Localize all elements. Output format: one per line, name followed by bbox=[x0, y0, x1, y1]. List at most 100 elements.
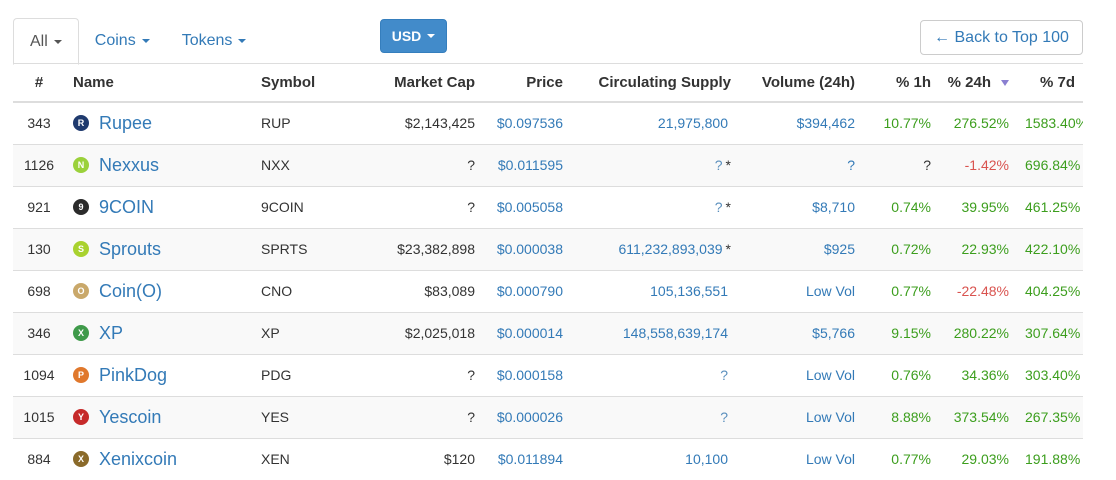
coin-name-link[interactable]: Coin(O) bbox=[99, 281, 162, 302]
symbol-cell: XP bbox=[253, 311, 353, 354]
change-7d-cell: 461.25% bbox=[1017, 185, 1083, 228]
col-change-7d[interactable]: % 7d bbox=[1017, 64, 1083, 103]
table-row[interactable]: 346 X XP XP $2,025,018 $0.000014 148,558,639,1… bbox=[13, 311, 1083, 354]
tab-coins[interactable]: Coins bbox=[79, 18, 166, 64]
rank-cell: 921 bbox=[13, 185, 65, 228]
table-row[interactable]: 921 9 9COIN 9COIN? $0.005058? * $8,710 0.74% 39.… bbox=[13, 185, 1083, 228]
table-row[interactable]: 884 X Xenixcoin XEN $120 $0.011894 10,100 Low V… bbox=[13, 437, 1083, 480]
supply-cell: ? * bbox=[571, 185, 739, 228]
change-7d-cell: 404.25% bbox=[1017, 269, 1083, 312]
coin-name-link[interactable]: Xenixcoin bbox=[99, 449, 177, 470]
rank-cell: 698 bbox=[13, 269, 65, 312]
coin-table: # Name Symbol Market Cap Price Circulati… bbox=[13, 64, 1083, 480]
volume-link[interactable]: $394,462 bbox=[739, 102, 863, 144]
rank-cell: 1015 bbox=[13, 395, 65, 438]
supply-link[interactable]: ? bbox=[720, 367, 728, 383]
symbol-cell: XEN bbox=[253, 437, 353, 480]
change-1h-cell: 0.76% bbox=[863, 353, 939, 396]
supply-link[interactable]: 148,558,639,174 bbox=[623, 325, 728, 341]
change-7d-cell: 1583.40% bbox=[1025, 115, 1083, 132]
col-change-24h[interactable]: % 24h bbox=[939, 64, 1017, 103]
price-link[interactable]: $0.000026 bbox=[483, 395, 571, 438]
col-price[interactable]: Price bbox=[483, 64, 571, 103]
table-row[interactable]: 130 S Sprouts SPRTS $23,382,898 $0.000038 611,… bbox=[13, 227, 1083, 270]
price-link[interactable]: $0.011595 bbox=[483, 143, 571, 186]
change-24h-cell: 373.54% bbox=[939, 395, 1017, 438]
volume-link[interactable]: $925 bbox=[739, 227, 863, 270]
market-cap-cell: $83,089 bbox=[353, 269, 483, 312]
col-market-cap[interactable]: Market Cap bbox=[353, 64, 483, 103]
change-7d-cell: 191.88% bbox=[1017, 437, 1083, 480]
price-link[interactable]: $0.011894 bbox=[483, 437, 571, 480]
change-7d-cell: 422.10% bbox=[1017, 227, 1083, 270]
rank-cell: 346 bbox=[13, 311, 65, 354]
col-symbol[interactable]: Symbol bbox=[253, 64, 353, 103]
supply-link[interactable]: ? bbox=[715, 199, 723, 215]
supply-link[interactable]: 611,232,893,039 bbox=[618, 241, 722, 257]
coin-name-link[interactable]: Nexxus bbox=[99, 155, 159, 176]
change-1h-cell: ? bbox=[863, 143, 939, 186]
change-7d-cell: 267.35% bbox=[1017, 395, 1083, 438]
tab-all[interactable]: All bbox=[13, 18, 79, 65]
supply-link[interactable]: 105,136,551 bbox=[650, 283, 728, 299]
symbol-cell: 9COIN bbox=[253, 185, 353, 228]
col-name[interactable]: Name bbox=[65, 64, 253, 103]
name-cell: S Sprouts bbox=[65, 227, 253, 270]
symbol-cell: CNO bbox=[253, 269, 353, 312]
table-row[interactable]: 1015 Y Yescoin YES? $0.000026? Low Vol 8.88% 37… bbox=[13, 395, 1083, 438]
change-24h-cell: 22.93% bbox=[939, 227, 1017, 270]
coin-name-link[interactable]: Yescoin bbox=[99, 407, 161, 428]
col-volume[interactable]: Volume (24h) bbox=[739, 64, 863, 103]
caret-down-icon bbox=[238, 39, 247, 43]
market-cap-cell: $23,382,898 bbox=[353, 227, 483, 270]
price-link[interactable]: $0.000158 bbox=[483, 353, 571, 396]
price-link[interactable]: $0.000038 bbox=[483, 227, 571, 270]
supply-link[interactable]: 10,100 bbox=[685, 451, 728, 467]
volume-link[interactable]: Low Vol bbox=[739, 395, 863, 438]
rank-cell: 884 bbox=[13, 437, 65, 480]
currency-label: USD bbox=[391, 28, 422, 44]
price-link[interactable]: $0.005058 bbox=[483, 185, 571, 228]
volume-link[interactable]: $8,710 bbox=[739, 185, 863, 228]
price-link[interactable]: $0.000014 bbox=[483, 311, 571, 354]
supply-note-marker: * bbox=[725, 199, 731, 215]
coin-name-link[interactable]: XP bbox=[99, 323, 123, 344]
market-cap-cell: ? bbox=[353, 143, 483, 186]
name-cell: X Xenixcoin bbox=[65, 437, 253, 480]
caret-down-icon bbox=[141, 39, 150, 43]
volume-link[interactable]: Low Vol bbox=[739, 353, 863, 396]
coin-name-link[interactable]: PinkDog bbox=[99, 365, 167, 386]
price-link[interactable]: $0.000790 bbox=[483, 269, 571, 312]
rank-cell: 1094 bbox=[13, 353, 65, 396]
volume-link[interactable]: ? bbox=[739, 143, 863, 186]
table-row[interactable]: 698 O Coin(O) CNO $83,089 $0.000790 105,136,55… bbox=[13, 269, 1083, 312]
sprouts-icon: S bbox=[73, 241, 89, 257]
supply-link[interactable]: ? bbox=[715, 157, 723, 173]
coin-name-link[interactable]: 9COIN bbox=[99, 197, 154, 218]
supply-cell: 611,232,893,039 * bbox=[571, 227, 739, 270]
table-row[interactable]: 1126 N Nexxus NXX? $0.011595? *?? -1.42% 696.84… bbox=[13, 143, 1083, 186]
volume-link[interactable]: Low Vol bbox=[739, 437, 863, 480]
supply-link[interactable]: ? bbox=[720, 409, 728, 425]
col-rank[interactable]: # bbox=[13, 64, 65, 103]
back-to-top-100-button[interactable]: ← Back to Top 100 bbox=[920, 20, 1083, 55]
supply-link[interactable]: 21,975,800 bbox=[658, 115, 728, 131]
volume-link[interactable]: $5,766 bbox=[739, 311, 863, 354]
sort-desc-icon bbox=[1001, 80, 1009, 87]
table-row[interactable]: 343 R Rupee RUP $2,143,425 $0.097536 21,975,80… bbox=[13, 102, 1083, 144]
volume-link[interactable]: Low Vol bbox=[739, 269, 863, 312]
filter-tabs: All Coins Tokens bbox=[13, 18, 263, 65]
supply-cell: 21,975,800 bbox=[571, 102, 739, 144]
change-1h-cell: 0.77% bbox=[863, 437, 939, 480]
change-1h-cell: 10.77% bbox=[883, 115, 931, 132]
price-link[interactable]: $0.097536 bbox=[483, 102, 571, 144]
rank-cell: 1126 bbox=[13, 143, 65, 186]
coin-name-link[interactable]: Rupee bbox=[99, 113, 152, 134]
tab-tokens[interactable]: Tokens bbox=[166, 18, 263, 64]
col-change-1h[interactable]: % 1h bbox=[863, 64, 939, 103]
9coin-icon: 9 bbox=[73, 199, 89, 215]
col-circulating-supply[interactable]: Circulating Supply bbox=[571, 64, 739, 103]
table-row[interactable]: 1094 P PinkDog PDG? $0.000158? Low Vol 0.76% 34… bbox=[13, 353, 1083, 396]
coin-name-link[interactable]: Sprouts bbox=[99, 239, 161, 260]
currency-dropdown-button[interactable]: USD bbox=[380, 19, 447, 53]
